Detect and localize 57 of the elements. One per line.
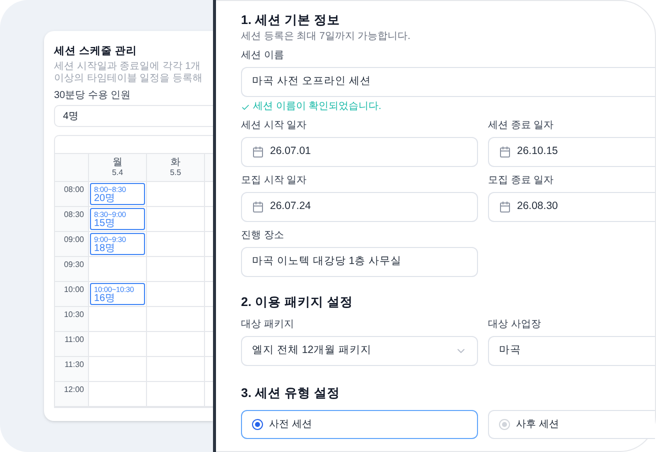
section-heading: 3. 세션 유형 설정: [241, 386, 341, 401]
weekday-label: 화: [170, 157, 180, 168]
time-cell: 10:30: [55, 307, 89, 332]
time-cell: 09:30: [55, 257, 89, 282]
time-cell: 11:00: [55, 332, 89, 357]
input-field[interactable]: 마곡: [488, 336, 655, 366]
calendar-icon: [252, 201, 264, 213]
field-label: 모집 종료 일자: [488, 175, 555, 187]
slot-count: 20명: [94, 194, 116, 204]
weekday-label: 월: [112, 157, 122, 168]
slot-count: 18명: [94, 244, 116, 254]
field-label: 진행 장소: [241, 230, 285, 242]
calendar-icon: [252, 146, 264, 158]
field-label: 30분당 수용 인원: [54, 90, 132, 102]
field-label: 모집 시작 일자: [241, 175, 308, 187]
radio-option[interactable]: 사후 세션: [488, 410, 655, 439]
radio-icon: [252, 419, 263, 430]
input-field[interactable]: 4명: [54, 105, 213, 127]
field-label: 세션 시작 일자: [241, 120, 308, 132]
time-cell: 12:00: [55, 382, 89, 407]
field-label: 세션 종료 일자: [488, 120, 555, 132]
table-cell: [89, 357, 147, 382]
check-icon: [241, 102, 250, 112]
time-cell: 08:30: [55, 207, 89, 232]
validation-message: 세션 이름이 확인되었습니다.: [253, 101, 382, 113]
section-heading: 1. 세션 기본 정보: [241, 13, 341, 28]
table-cell: [147, 332, 205, 357]
field-label: 대상 사업장: [488, 319, 542, 331]
table-cell: [147, 307, 205, 332]
date-label: 5.4: [112, 168, 124, 178]
card-description: 세션 시작일과 종료일에 각각 1개 이상의 타임테이블 일정을 등록해: [54, 61, 204, 85]
input-field[interactable]: 마곡 사전 오프라인 세션: [241, 67, 655, 97]
date-field[interactable]: 26.10.15: [488, 137, 655, 167]
radio-icon: [499, 419, 510, 430]
field-label: 세션 이름: [241, 50, 285, 62]
field-label: 대상 패키지: [241, 319, 295, 331]
input-field[interactable]: 마곡 이노텍 대강당 1층 사무실: [241, 247, 478, 277]
date-field[interactable]: 26.07.01: [241, 137, 478, 167]
time-cell: 09:00: [55, 232, 89, 257]
calendar-icon: [499, 146, 511, 158]
table-cell: [147, 357, 205, 382]
card-title: 세션 스케줄 관리: [54, 45, 138, 58]
time-cell: 08:00: [55, 182, 89, 207]
section-note: 세션 등록은 최대 7일까지 가능합니다.: [241, 31, 412, 43]
section-heading: 2. 이용 패키지 설정: [241, 295, 354, 310]
time-cell: 11:30: [55, 357, 89, 382]
date-field[interactable]: 26.08.30: [488, 192, 655, 222]
time-cell: 10:00: [55, 282, 89, 307]
table-cell: [147, 257, 205, 282]
slot-count: 15명: [94, 218, 116, 228]
calendar-icon: [499, 201, 511, 213]
slot-count: 16명: [94, 294, 116, 304]
table-cell: [89, 332, 147, 357]
select-field[interactable]: 엘지 전체 12개월 패키지: [241, 336, 478, 366]
date-field[interactable]: 26.07.24: [241, 192, 478, 222]
date-label: 5.5: [170, 168, 182, 178]
radio-option[interactable]: 사전 세션: [241, 410, 478, 439]
